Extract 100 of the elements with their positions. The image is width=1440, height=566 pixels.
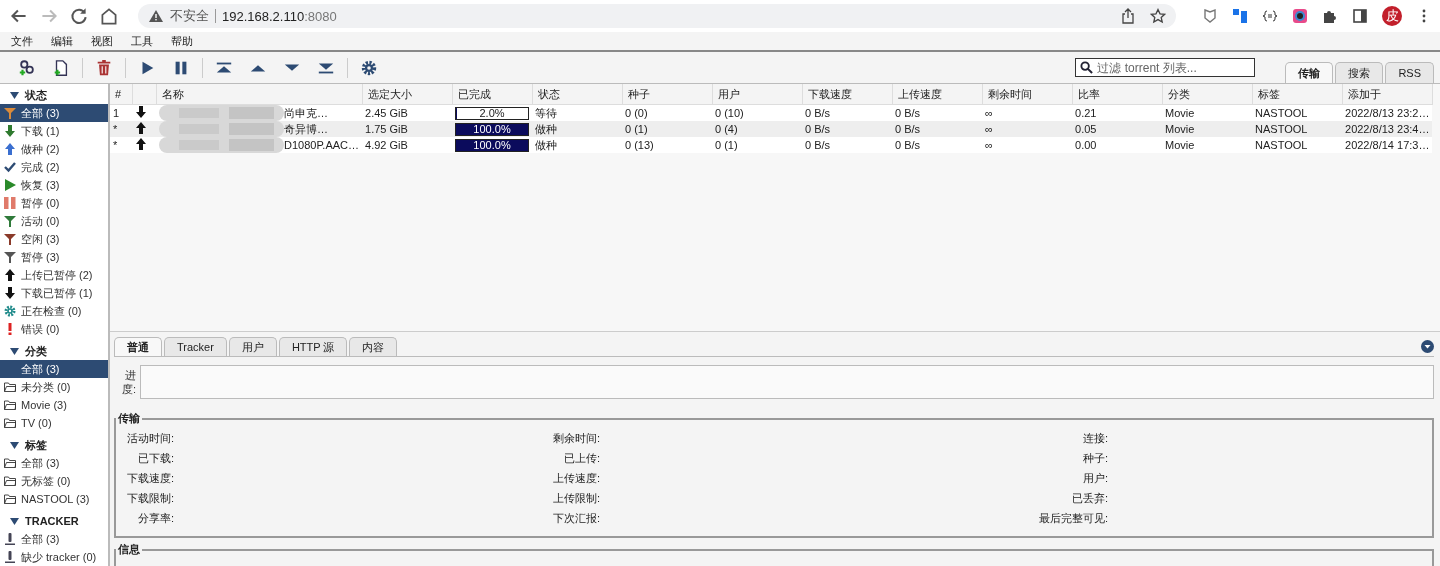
tab[interactable]: 搜索 bbox=[1335, 62, 1384, 83]
menu-item[interactable]: 帮助 bbox=[162, 33, 202, 49]
table-cell: 0 (1) bbox=[622, 121, 712, 137]
field-label: 剩余时间: bbox=[551, 431, 600, 446]
url-text: 192.168.2.110:8080 bbox=[222, 8, 337, 24]
table-cell: * bbox=[110, 121, 132, 137]
warning-icon bbox=[148, 8, 164, 24]
shield-icon[interactable] bbox=[1202, 8, 1218, 24]
column-header[interactable]: # bbox=[110, 84, 132, 105]
play-icon bbox=[4, 179, 16, 191]
table-cell: NASTOOL bbox=[1252, 121, 1342, 137]
extension-icon[interactable] bbox=[1232, 8, 1248, 24]
add-file-icon[interactable] bbox=[52, 58, 70, 77]
collapse-icon[interactable] bbox=[1421, 339, 1434, 353]
section-title: 标签 bbox=[25, 437, 47, 453]
column-header[interactable]: 下载速度 bbox=[802, 84, 892, 105]
settings-icon[interactable] bbox=[360, 58, 378, 77]
expanded-triangle-icon[interactable] bbox=[10, 347, 19, 355]
column-header[interactable]: 用户 bbox=[712, 84, 802, 105]
delete-icon[interactable] bbox=[95, 58, 113, 77]
sidebar-item[interactable]: 全部 (3) bbox=[0, 454, 108, 472]
section-title: TRACKER bbox=[25, 515, 79, 527]
column-header[interactable]: 分类 bbox=[1162, 84, 1252, 105]
side-panel-icon[interactable] bbox=[1352, 8, 1368, 24]
color-ring-icon[interactable] bbox=[1292, 8, 1308, 24]
sidebar-item[interactable]: TV (0) bbox=[0, 414, 108, 432]
field-label: 最后完整可见: bbox=[1037, 511, 1108, 526]
column-header[interactable]: 已完成 bbox=[452, 84, 532, 105]
table-cell: 1.75 GiB bbox=[362, 121, 452, 137]
tab[interactable]: RSS bbox=[1385, 62, 1434, 83]
column-header[interactable]: 上传速度 bbox=[892, 84, 982, 105]
sidebar-item[interactable]: 错误 (0) bbox=[0, 320, 108, 338]
field-label: 上传限制: bbox=[551, 491, 600, 506]
sidebar-item[interactable]: 恢复 (3) bbox=[0, 176, 108, 194]
field-label: 连接: bbox=[1081, 431, 1108, 446]
sidebar-item[interactable]: 未分类 (0) bbox=[0, 378, 108, 396]
down-arrow-icon bbox=[135, 106, 147, 118]
column-header[interactable]: 标签 bbox=[1252, 84, 1342, 105]
panel-title: 传输 bbox=[117, 411, 141, 426]
sidebar-item[interactable]: 缺少 tracker (0) bbox=[0, 548, 108, 566]
sidebar-item[interactable]: Movie (3) bbox=[0, 396, 108, 414]
share-icon[interactable] bbox=[1120, 8, 1136, 24]
section-title: 分类 bbox=[25, 343, 47, 359]
menu-item[interactable]: 工具 bbox=[122, 33, 162, 49]
filter-icon bbox=[4, 215, 16, 227]
sidebar-item[interactable]: 全部 (3) bbox=[0, 104, 108, 122]
filter-icon bbox=[4, 107, 16, 119]
column-header[interactable]: 种子 bbox=[622, 84, 712, 105]
sidebar-item[interactable]: 全部 (3) bbox=[0, 360, 108, 378]
column-header[interactable]: 比率 bbox=[1072, 84, 1162, 105]
sidebar-item[interactable]: 上传已暂停 (2) bbox=[0, 266, 108, 284]
tab[interactable]: HTTP 源 bbox=[278, 337, 348, 356]
sidebar-item[interactable]: 活动 (0) bbox=[0, 212, 108, 230]
sidebar-item[interactable]: 暂停 (0) bbox=[0, 194, 108, 212]
column-header[interactable]: 添加于 bbox=[1342, 84, 1433, 105]
table-cell: D1080P.AAC… bbox=[284, 139, 359, 151]
reload-icon[interactable] bbox=[68, 5, 90, 27]
tab[interactable]: 传输 bbox=[1285, 62, 1334, 83]
field-label: 已上传: bbox=[562, 451, 600, 466]
folder-icon bbox=[4, 475, 16, 487]
tab[interactable]: 用户 bbox=[228, 337, 277, 356]
security-label: 不安全 bbox=[170, 7, 209, 25]
expanded-triangle-icon[interactable] bbox=[10, 517, 19, 525]
expanded-triangle-icon[interactable] bbox=[10, 441, 19, 449]
sidebar-item[interactable]: NASTOOL (3) bbox=[0, 490, 108, 508]
column-header[interactable]: 选定大小 bbox=[362, 84, 452, 105]
sidebar-item[interactable]: 全部 (3) bbox=[0, 530, 108, 548]
menu-item[interactable]: 文件 bbox=[2, 33, 42, 49]
sidebar-item[interactable]: 暂停 (3) bbox=[0, 248, 108, 266]
search-field[interactable]: 过滤 torrent 列表... bbox=[1075, 58, 1256, 77]
table-cell: 0.05 bbox=[1072, 121, 1162, 137]
sidebar-item[interactable]: 做种 (2) bbox=[0, 140, 108, 158]
tab[interactable]: 内容 bbox=[349, 337, 398, 356]
sidebar-item[interactable]: 无标签 (0) bbox=[0, 472, 108, 490]
menu-item[interactable]: 编辑 bbox=[42, 33, 82, 49]
column-header[interactable]: 状态 bbox=[532, 84, 622, 105]
expanded-triangle-icon[interactable] bbox=[10, 91, 19, 99]
sidebar-item[interactable]: 下载 (1) bbox=[0, 122, 108, 140]
table-cell: 0 B/s bbox=[892, 121, 982, 137]
sidebar-item[interactable]: 完成 (2) bbox=[0, 158, 108, 176]
add-link-icon[interactable] bbox=[18, 58, 36, 77]
address-bar[interactable]: 不安全 192.168.2.110:8080 bbox=[138, 4, 1176, 28]
star-icon[interactable] bbox=[1150, 8, 1166, 24]
sidebar-item[interactable]: 正在检查 (0) bbox=[0, 302, 108, 320]
tab[interactable]: 普通 bbox=[114, 337, 162, 356]
table-cell: 2022/8/14 17:3… bbox=[1342, 137, 1433, 153]
column-header[interactable]: 剩余时间 bbox=[982, 84, 1072, 105]
tab[interactable]: Tracker bbox=[164, 337, 227, 356]
puzzle-icon[interactable] bbox=[1322, 8, 1338, 24]
column-header[interactable]: 名称 bbox=[156, 84, 362, 105]
sidebar-item[interactable]: 空闲 (3) bbox=[0, 230, 108, 248]
panel-title: 信息 bbox=[117, 542, 141, 557]
folder-icon bbox=[4, 381, 16, 393]
field-label: 用户: bbox=[1081, 471, 1108, 486]
braces-icon[interactable] bbox=[1262, 8, 1278, 24]
pause-icon bbox=[4, 197, 16, 209]
profile-avatar[interactable]: 皮 bbox=[1382, 6, 1402, 26]
menu-item[interactable]: 视图 bbox=[82, 33, 122, 49]
field-label: 已下载: bbox=[136, 451, 174, 466]
sidebar-item[interactable]: 下载已暂停 (1) bbox=[0, 284, 108, 302]
